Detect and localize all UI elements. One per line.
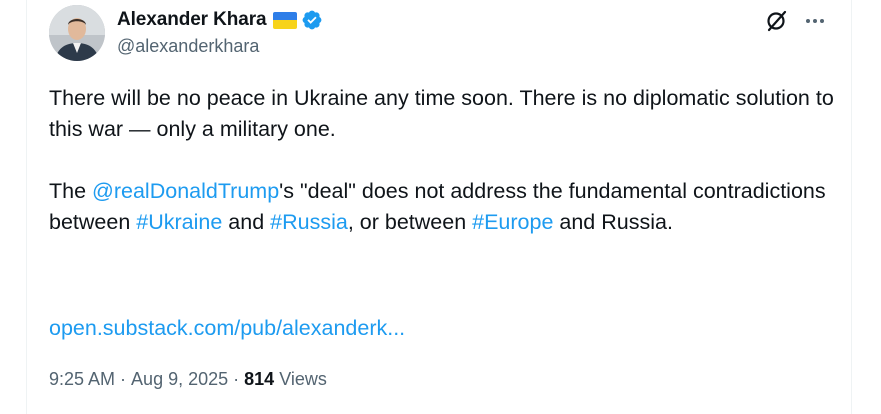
mention-link[interactable]: @realDonaldTrump bbox=[92, 179, 279, 203]
tweet-time[interactable]: 9:25 AM bbox=[49, 369, 115, 390]
views-count: 814 bbox=[244, 369, 275, 389]
hashtag-ukraine-link[interactable]: #Ukraine bbox=[136, 210, 222, 234]
tweet-text: There will be no peace in Ukraine any ti… bbox=[49, 83, 839, 238]
views-label: Views bbox=[279, 369, 327, 389]
tweet-paragraph-2: The @realDonaldTrump's "deal" does not a… bbox=[49, 176, 839, 238]
hashtag-russia-link[interactable]: #Russia bbox=[270, 210, 348, 234]
text-segment: and bbox=[222, 210, 271, 234]
author-name[interactable]: Alexander Khara bbox=[117, 9, 267, 31]
author-name-row: Alexander Khara bbox=[117, 8, 323, 32]
tweet-paragraph-1: There will be no peace in Ukraine any ti… bbox=[49, 86, 834, 141]
meta-separator: · bbox=[233, 369, 240, 389]
more-icon[interactable] bbox=[803, 9, 827, 33]
grok-icon[interactable] bbox=[764, 8, 790, 34]
avatar[interactable] bbox=[49, 5, 105, 61]
text-segment: The bbox=[49, 179, 93, 203]
url-line: open.substack.com/pub/alexanderk... bbox=[49, 313, 405, 344]
meta-separator: · bbox=[120, 369, 127, 389]
substack-link[interactable]: open.substack.com/pub/alexanderk... bbox=[49, 316, 405, 340]
hashtag-europe-link[interactable]: #Europe bbox=[472, 210, 553, 234]
verified-badge-icon[interactable] bbox=[301, 9, 323, 31]
tweet-meta: 9:25 AM · Aug 9, 2025 · 814 Views bbox=[49, 369, 327, 390]
ukraine-flag-icon bbox=[272, 11, 297, 29]
author-handle[interactable]: @alexanderkhara bbox=[117, 36, 259, 57]
tweet-date[interactable]: Aug 9, 2025 bbox=[131, 369, 228, 390]
text-segment: , or between bbox=[347, 210, 473, 234]
text-segment: and Russia. bbox=[553, 210, 673, 234]
